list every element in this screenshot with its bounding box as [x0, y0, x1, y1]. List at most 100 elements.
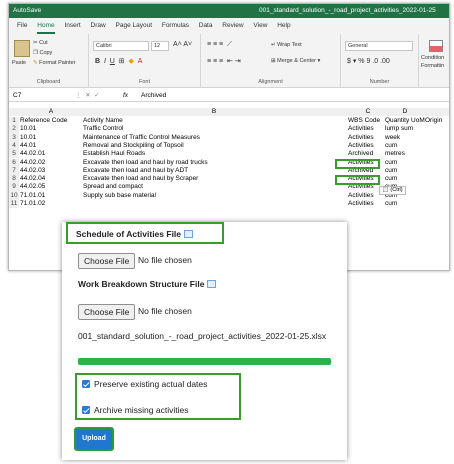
cell-a[interactable]: 44.01: [20, 142, 82, 150]
document-title: 001_standard_solution_-_road_project_act…: [259, 7, 436, 14]
wbs-file-status: No file chosen: [138, 306, 192, 316]
cell-a[interactable]: 44.02.02: [20, 159, 82, 167]
cell-b[interactable]: Spread and compact: [83, 183, 345, 191]
cell-c[interactable]: Activities: [348, 200, 388, 208]
table-row: 7 44.02.03 Excavate then load and haul by …: [9, 166, 449, 176]
info-icon[interactable]: [207, 280, 217, 288]
cell-b[interactable]: Activity Name: [83, 117, 345, 125]
font-grow-icon[interactable]: A˄ A˅: [173, 41, 192, 48]
menu-bar: File Home Insert Draw Page Layout Formul…: [9, 18, 449, 34]
cell-b[interactable]: Traffic Control: [83, 125, 345, 133]
menu-home[interactable]: Home: [37, 19, 55, 34]
cell-d[interactable]: cum: [385, 167, 425, 175]
align-left-icon[interactable]: ≡ ≡ ≡ ⇤ ⇥: [207, 57, 241, 65]
cell-a[interactable]: Reference Code: [20, 117, 82, 125]
cell-b[interactable]: Maintenance of Traffic Control Measures: [83, 134, 345, 142]
menu-formulas[interactable]: Formulas: [162, 18, 189, 34]
formula-input[interactable]: Archived: [141, 90, 166, 102]
paste-button[interactable]: Paste: [12, 60, 26, 66]
number-group: General $ ▾ % 9 .0 .00 Number: [341, 34, 419, 88]
cell-a[interactable]: 10.01: [20, 125, 82, 133]
cell-a[interactable]: 71.01.01: [20, 192, 82, 200]
cell-c[interactable]: Archived: [348, 150, 388, 158]
wrap-icon: ↵: [271, 42, 276, 48]
cell-b[interactable]: [83, 200, 345, 208]
number-format-select[interactable]: General: [345, 41, 413, 51]
cell-d[interactable]: lump sum: [385, 125, 425, 133]
cell-d[interactable]: cum: [385, 142, 425, 150]
cell-a[interactable]: 10.01: [20, 134, 82, 142]
cell-d[interactable]: week: [385, 134, 425, 142]
cell-d[interactable]: Quantity UoM: [385, 117, 425, 125]
fx-icon[interactable]: fx: [123, 90, 128, 102]
cell-b[interactable]: Excavate then load and haul by ADT: [83, 167, 345, 175]
cell-c[interactable]: Activities: [348, 142, 388, 150]
info-icon[interactable]: [184, 230, 194, 238]
menu-data[interactable]: Data: [199, 18, 213, 34]
column-header-c[interactable]: C: [348, 108, 388, 116]
cell-d[interactable]: cum: [385, 175, 425, 183]
clipboard-group-label: Clipboard: [36, 79, 61, 85]
paste-options-tag[interactable]: 📋 (Ctrl): [379, 186, 406, 195]
cell-c[interactable]: Activities: [348, 134, 388, 142]
cell-a[interactable]: 44.02.05: [20, 183, 82, 191]
table-row: 4 44.01 Removal and Stockpiling of Topsoil…: [9, 141, 449, 151]
table-row: 2 10.01 Traffic Control Activities lump sum: [9, 125, 449, 134]
number-format-icons[interactable]: $ ▾ % 9 .0 .00: [347, 57, 390, 65]
column-header-d[interactable]: D: [385, 108, 425, 116]
menu-page-layout[interactable]: Page Layout: [116, 18, 153, 34]
title-bar: AutoSave 001_standard_solution_-_road_pr…: [9, 4, 449, 18]
column-header-row: A B C D: [9, 108, 449, 117]
choose-wbs-file-button[interactable]: Choose File: [78, 304, 136, 320]
menu-insert[interactable]: Insert: [64, 18, 80, 34]
conditional-formatting-label-2[interactable]: Formattin: [421, 63, 444, 69]
select-all-corner[interactable]: [9, 108, 19, 117]
cell-a[interactable]: 71.01.02: [20, 200, 82, 208]
font-group-label: Font: [138, 79, 150, 85]
font-name-select[interactable]: Calibri: [93, 41, 149, 51]
format-painter-button[interactable]: ✎ Format Painter: [33, 60, 76, 66]
schedule-file-status: No file chosen: [138, 255, 192, 265]
menu-file[interactable]: File: [17, 18, 27, 34]
conditional-formatting-label[interactable]: Condition: [421, 55, 444, 61]
column-header-b[interactable]: B: [83, 108, 345, 116]
number-group-label: Number: [369, 79, 390, 85]
upload-progress-bar: [78, 358, 331, 365]
cell-d[interactable]: cum: [385, 200, 425, 208]
name-box[interactable]: C7: [13, 90, 21, 102]
font-style-buttons[interactable]: B I U ⊞ ◆ A: [95, 57, 142, 65]
column-header-a[interactable]: A: [20, 108, 82, 116]
cell-a[interactable]: 44.02.04: [20, 175, 82, 183]
cell-b[interactable]: Excavate then load and haul by Scraper: [83, 175, 345, 183]
menu-draw[interactable]: Draw: [91, 18, 106, 34]
conditional-formatting-icon[interactable]: [429, 40, 443, 52]
menu-review[interactable]: Review: [222, 18, 243, 34]
cell-e[interactable]: Origin: [425, 117, 449, 125]
wrap-text-button[interactable]: ↵ Wrap Text: [271, 42, 302, 48]
archive-missing-checkbox[interactable]: [82, 406, 90, 414]
merge-icon: ⊞: [271, 58, 276, 64]
cell-c[interactable]: WBS Code: [348, 117, 388, 125]
upload-button[interactable]: Upload: [74, 427, 114, 451]
cell-b[interactable]: Removal and Stockpiling of Topsoil: [83, 142, 345, 150]
align-top-icon[interactable]: ≡ ≡ ≡ ⟋: [207, 41, 232, 49]
cell-a[interactable]: 44.02.01: [20, 150, 82, 158]
preserve-dates-checkbox[interactable]: [82, 380, 90, 388]
cell-b[interactable]: Supply sub base material: [83, 192, 345, 200]
menu-help[interactable]: Help: [277, 18, 290, 34]
cell-d[interactable]: metres: [385, 150, 425, 158]
autosave-label[interactable]: AutoSave: [13, 4, 41, 18]
cell-a[interactable]: 44.02.03: [20, 167, 82, 175]
cut-button[interactable]: ✂ Cut: [33, 40, 48, 46]
cell-b[interactable]: Establish Haul Roads: [83, 150, 345, 158]
merge-center-button[interactable]: ⊞ Merge & Center ▾: [271, 58, 320, 64]
copy-button[interactable]: ❐ Copy: [33, 50, 52, 56]
clipboard-group: Paste ✂ Cut ❐ Copy ✎ Format Painter Clip…: [9, 34, 89, 88]
font-size-select[interactable]: 12: [151, 41, 169, 51]
cell-c[interactable]: Activities: [348, 125, 388, 133]
cell-b[interactable]: Excavate then load and haul by road truc…: [83, 159, 345, 167]
paste-icon[interactable]: [14, 40, 30, 57]
cell-d[interactable]: cum: [385, 159, 425, 167]
choose-schedule-file-button[interactable]: Choose File: [78, 253, 136, 269]
menu-view[interactable]: View: [253, 18, 267, 34]
